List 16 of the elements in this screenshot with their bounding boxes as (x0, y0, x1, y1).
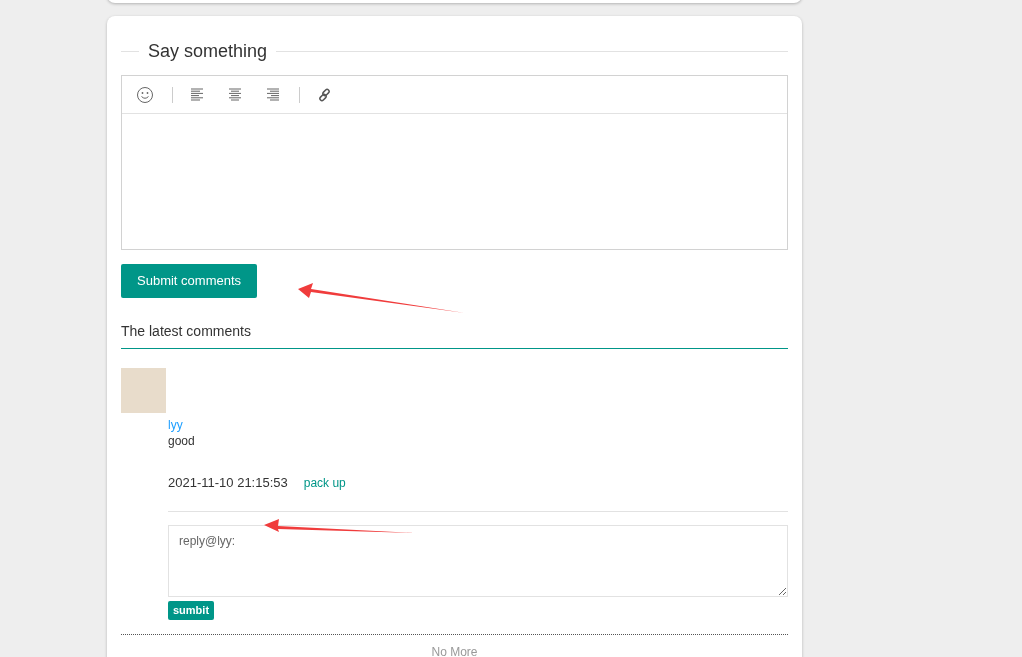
reply-submit-button[interactable]: sumbit (168, 600, 215, 620)
align-right-icon[interactable] (267, 88, 281, 101)
comment-author[interactable]: lyy (168, 417, 788, 433)
reply-field[interactable]: reply@lyy: (168, 524, 788, 597)
comments-heading: The latest comments (121, 323, 251, 339)
align-left-icon[interactable] (191, 88, 205, 101)
section-title: Say something (147, 40, 269, 63)
no-more-text: No More (431, 643, 478, 657)
align-center-icon[interactable] (229, 88, 243, 101)
link-icon[interactable] (318, 87, 332, 102)
pack-up-link[interactable]: pack up (303, 473, 346, 492)
comment-time: 2021-11-10 21:15:53 (168, 474, 288, 492)
submit-comments-button[interactable]: Submit comments (121, 264, 258, 298)
avatar-photo-placeholder (121, 368, 166, 413)
comment-text: good (168, 433, 196, 449)
smiley-icon[interactable] (136, 85, 154, 104)
